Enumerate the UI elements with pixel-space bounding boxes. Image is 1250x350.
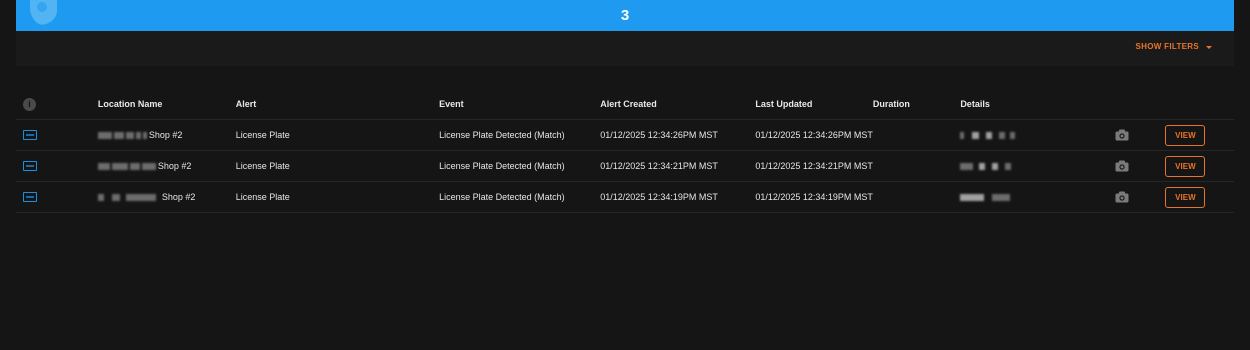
alert-cell: License Plate <box>235 119 440 151</box>
row-type-cell <box>16 119 98 151</box>
camera-icon[interactable] <box>1115 191 1129 203</box>
table-header-row: i Location Name Alert Event Alert Create… <box>16 89 1234 120</box>
show-filters-button[interactable]: SHOW FILTERS <box>1136 42 1212 51</box>
event-cell: License Plate Detected (Match) <box>439 150 601 182</box>
actions-cell: VIEW <box>1165 119 1234 151</box>
camera-cell <box>1079 150 1166 182</box>
redacted-text <box>125 132 134 140</box>
alert-created-cell: 01/12/2025 12:34:26PM MST <box>600 119 756 151</box>
duration-cell <box>872 119 961 151</box>
redacted-text <box>960 194 985 202</box>
alert-created-cell: 01/12/2025 12:34:21PM MST <box>600 150 756 182</box>
location-name: Shop #2 <box>157 161 192 171</box>
header-location-name[interactable]: Location Name <box>97 89 236 120</box>
header-actions <box>1165 89 1234 120</box>
alert-created-cell: 01/12/2025 12:34:19PM MST <box>600 181 756 213</box>
view-button[interactable]: VIEW <box>1165 124 1206 146</box>
redacted-text <box>97 163 110 171</box>
header-camera <box>1079 89 1166 120</box>
last-updated-cell: 01/12/2025 12:34:26PM MST <box>755 119 873 151</box>
row-type-cell <box>16 150 98 182</box>
header-info: i <box>16 89 98 120</box>
alert-badge-icon <box>30 0 57 25</box>
location-name: Shop #2 <box>148 130 183 140</box>
license-plate-icon <box>23 130 37 141</box>
location-name-cell: Shop #2 <box>97 119 236 151</box>
camera-cell <box>1079 181 1166 213</box>
redacted-text <box>999 132 1006 140</box>
redacted-text <box>979 163 986 171</box>
alert-count: 3 <box>620 7 630 24</box>
redacted-text <box>986 132 993 140</box>
location-name: Shop #2 <box>161 192 196 202</box>
redacted-text <box>972 132 980 140</box>
redacted-text <box>111 163 128 171</box>
alert-cell: License Plate <box>235 181 440 213</box>
camera-icon[interactable] <box>1115 129 1129 141</box>
camera-cell <box>1079 119 1166 151</box>
redacted-text <box>97 194 104 202</box>
license-plate-icon <box>23 161 37 172</box>
location-name-cell: Shop #2 <box>97 150 236 182</box>
alert-cell: License Plate <box>235 150 440 182</box>
details-cell <box>960 150 1080 182</box>
duration-cell <box>872 181 961 213</box>
details-cell <box>960 119 1080 151</box>
redacted-text <box>141 163 156 171</box>
redacted-text <box>113 132 124 140</box>
table-row[interactable]: Shop #2 License Plate License Plate Dete… <box>16 181 1234 213</box>
table-row[interactable]: Shop #2 License Plate License Plate Dete… <box>16 119 1234 151</box>
event-cell: License Plate Detected (Match) <box>439 181 601 213</box>
camera-icon[interactable] <box>1115 160 1129 172</box>
last-updated-cell: 01/12/2025 12:34:19PM MST <box>755 181 873 213</box>
info-icon[interactable]: i <box>23 97 36 111</box>
filter-bar: SHOW FILTERS <box>16 31 1234 66</box>
alerts-panel: 3 SHOW FILTERS i Location Name Alert Eve… <box>16 0 1234 350</box>
duration-cell <box>872 150 961 182</box>
actions-cell: VIEW <box>1165 181 1234 213</box>
actions-cell: VIEW <box>1165 150 1234 182</box>
redacted-text <box>992 194 1011 202</box>
row-type-cell <box>16 181 98 213</box>
details-cell <box>960 181 1080 213</box>
redacted-text <box>1010 132 1016 140</box>
header-details[interactable]: Details <box>960 89 1080 120</box>
header-event[interactable]: Event <box>439 89 601 120</box>
redacted-text <box>960 132 965 140</box>
redacted-text <box>111 194 120 202</box>
header-duration[interactable]: Duration <box>872 89 961 120</box>
license-plate-icon <box>23 192 37 203</box>
chevron-down-icon <box>1206 45 1212 49</box>
show-filters-label: SHOW FILTERS <box>1135 42 1199 51</box>
view-button[interactable]: VIEW <box>1165 186 1206 208</box>
header-alert-created[interactable]: Alert Created <box>600 89 756 120</box>
header-alert[interactable]: Alert <box>235 89 440 120</box>
event-cell: License Plate Detected (Match) <box>439 119 601 151</box>
redacted-text <box>135 132 141 140</box>
redacted-text <box>97 132 112 140</box>
view-button[interactable]: VIEW <box>1165 155 1206 177</box>
redacted-text <box>960 163 974 171</box>
redacted-text <box>992 163 999 171</box>
redacted-text <box>129 163 140 171</box>
location-name-cell: Shop #2 <box>97 181 236 213</box>
last-updated-cell: 01/12/2025 12:34:21PM MST <box>755 150 873 182</box>
count-banner: 3 <box>16 0 1234 31</box>
header-last-updated[interactable]: Last Updated <box>755 89 873 120</box>
redacted-text <box>125 194 156 202</box>
alerts-table: i Location Name Alert Event Alert Create… <box>16 89 1234 213</box>
redacted-text <box>1005 163 1012 171</box>
redacted-text <box>142 132 147 140</box>
app-frame: 3 SHOW FILTERS i Location Name Alert Eve… <box>0 0 1250 350</box>
table-row[interactable]: Shop #2 License Plate License Plate Dete… <box>16 150 1234 182</box>
